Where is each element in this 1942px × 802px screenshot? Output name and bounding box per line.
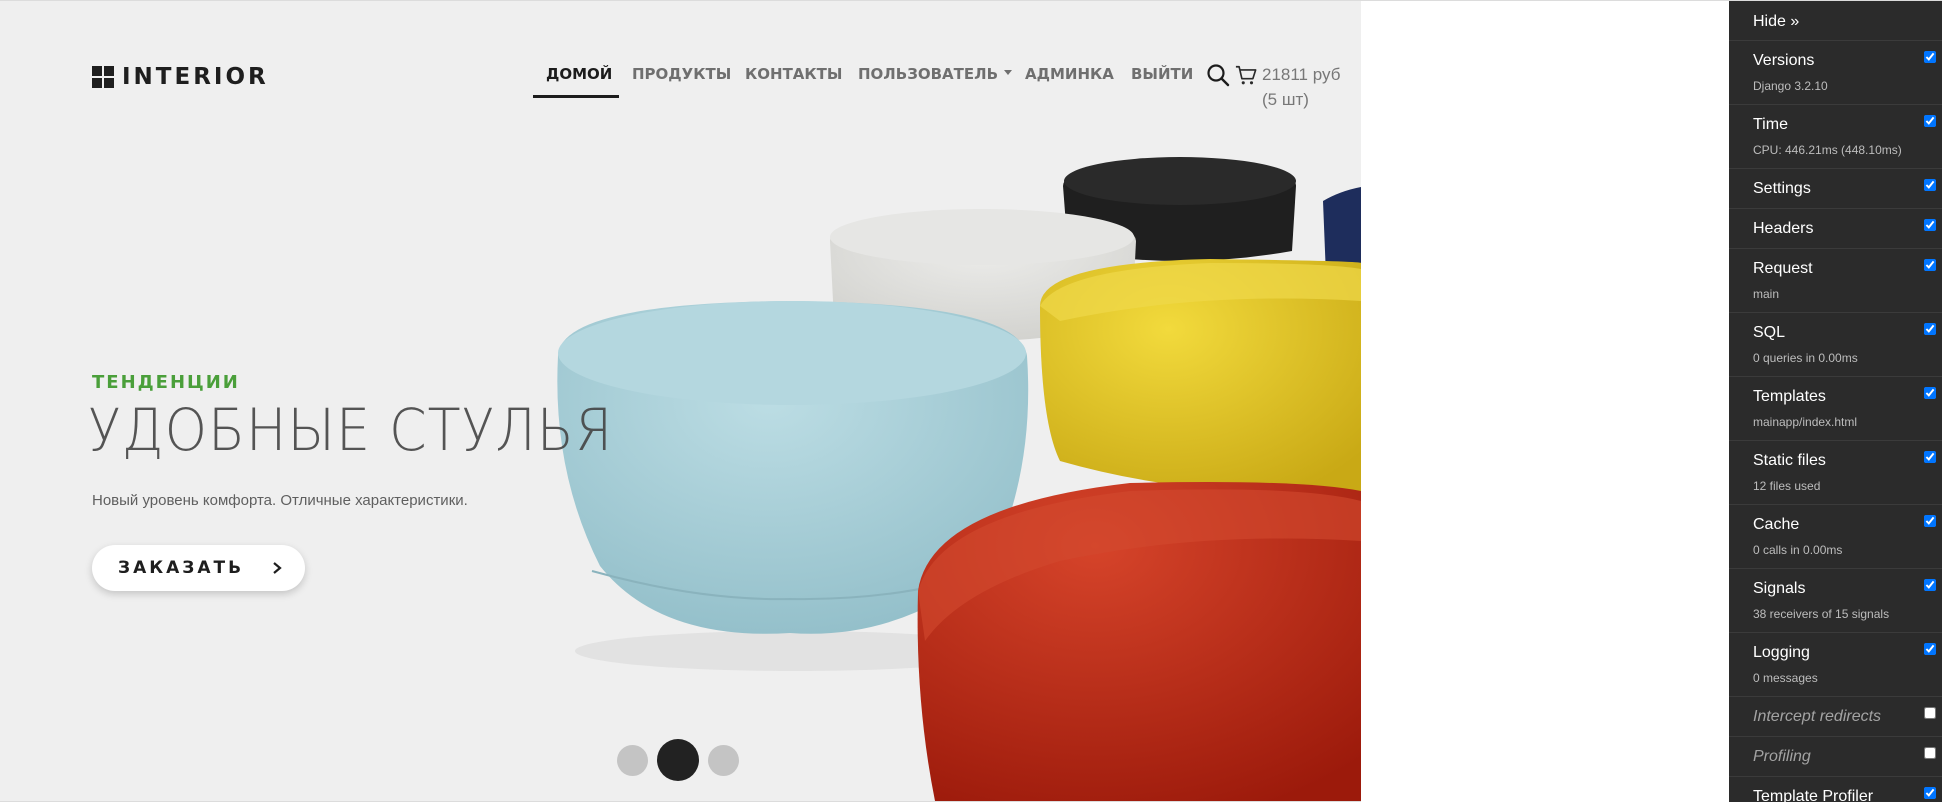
hero-slider: INTERIOR ДОМОЙ ПРОДУКТЫ КОНТАКТЫ ПОЛЬЗОВ… bbox=[0, 1, 1361, 801]
toolbar-panel-toggle-checkbox[interactable] bbox=[1924, 787, 1936, 799]
toolbar-panel-toggle-checkbox[interactable] bbox=[1924, 451, 1936, 463]
debug-toolbar: Hide » Versions Django 3.2.10 Time CPU: 446… bbox=[1729, 1, 1942, 802]
toolbar-panel-profiling[interactable]: Profiling bbox=[1729, 737, 1942, 777]
yellow-pouf bbox=[1040, 259, 1361, 493]
hero-kicker: ТЕНДЕНЦИИ bbox=[92, 372, 240, 393]
hero-headline-text: УДОБНЫЕ СТУЛЬЯ bbox=[88, 396, 614, 464]
toolbar-panel-subtitle: 12 files used bbox=[1753, 479, 1821, 493]
hero-headline: УДОБНЫЕ СТУЛЬЯ bbox=[88, 396, 653, 464]
hero-subtitle: Новый уровень комфорта. Отличные характе… bbox=[92, 492, 468, 509]
caret-down-icon bbox=[1004, 70, 1013, 75]
toolbar-panel-subtitle: main bbox=[1753, 287, 1780, 301]
toolbar-panel-toggle-checkbox[interactable] bbox=[1924, 643, 1936, 655]
toolbar-panel-title[interactable]: Settings bbox=[1753, 180, 1811, 198]
order-button-label: ЗАКАЗАТЬ bbox=[118, 558, 245, 578]
order-button[interactable]: ЗАКАЗАТЬ bbox=[92, 545, 305, 591]
nav-item-user[interactable]: ПОЛЬЗОВАТЕЛЬ bbox=[858, 65, 1013, 83]
toolbar-panel-title[interactable]: SQL bbox=[1753, 324, 1785, 342]
toolbar-panel-title[interactable]: Template Profiler bbox=[1753, 788, 1873, 802]
toolbar-panel-title[interactable]: Profiling bbox=[1753, 748, 1811, 766]
toolbar-panel-title[interactable]: Templates bbox=[1753, 388, 1826, 406]
nav-item-contacts[interactable]: КОНТАКТЫ bbox=[745, 65, 842, 83]
toolbar-panel-title[interactable]: Versions bbox=[1753, 52, 1814, 70]
toolbar-panel-versions[interactable]: Versions Django 3.2.10 bbox=[1729, 41, 1942, 105]
toolbar-panel-sql[interactable]: SQL 0 queries in 0.00ms bbox=[1729, 313, 1942, 377]
nav-item-user-label: ПОЛЬЗОВАТЕЛЬ bbox=[858, 65, 999, 83]
toolbar-panel-toggle-checkbox[interactable] bbox=[1924, 219, 1936, 231]
toolbar-panel-title[interactable]: Static files bbox=[1753, 452, 1826, 470]
toolbar-panel-toggle-checkbox[interactable] bbox=[1924, 179, 1936, 191]
slider-dot-1[interactable] bbox=[617, 745, 648, 776]
nav-item-admin[interactable]: АДМИНКА bbox=[1025, 65, 1114, 83]
toolbar-panel-templates[interactable]: Templates mainapp/index.html bbox=[1729, 377, 1942, 441]
toolbar-panel-title[interactable]: Cache bbox=[1753, 516, 1799, 534]
toolbar-panel-title[interactable]: Headers bbox=[1753, 220, 1813, 238]
toolbar-panel-subtitle: 0 queries in 0.00ms bbox=[1753, 351, 1858, 365]
toolbar-panel-toggle-checkbox[interactable] bbox=[1924, 387, 1936, 399]
slider-dot-3[interactable] bbox=[708, 745, 739, 776]
toolbar-panel-subtitle: 0 messages bbox=[1753, 671, 1818, 685]
cart-icon[interactable] bbox=[1235, 64, 1257, 86]
cart-count[interactable]: (5 шт) bbox=[1262, 90, 1309, 110]
toolbar-panel-static-files[interactable]: Static files 12 files used bbox=[1729, 441, 1942, 505]
nav-item-logout[interactable]: ВЫЙТИ bbox=[1131, 65, 1193, 83]
toolbar-hide-button[interactable]: Hide » bbox=[1753, 13, 1799, 31]
toolbar-panel-subtitle: CPU: 446.21ms (448.10ms) bbox=[1753, 143, 1902, 157]
toolbar-panel-settings[interactable]: Settings bbox=[1729, 169, 1942, 209]
toolbar-panel-toggle-checkbox[interactable] bbox=[1924, 259, 1936, 271]
logo-grid-icon bbox=[92, 66, 114, 88]
toolbar-panel-title[interactable]: Signals bbox=[1753, 580, 1805, 598]
toolbar-panel-subtitle: Django 3.2.10 bbox=[1753, 79, 1828, 93]
toolbar-panel-toggle-checkbox[interactable] bbox=[1924, 579, 1936, 591]
toolbar-panel-subtitle: 0 calls in 0.00ms bbox=[1753, 543, 1843, 557]
nav-item-home[interactable]: ДОМОЙ bbox=[546, 65, 612, 83]
toolbar-panel-headers[interactable]: Headers bbox=[1729, 209, 1942, 249]
toolbar-panel-toggle-checkbox[interactable] bbox=[1924, 707, 1936, 719]
toolbar-panel-template-profiler[interactable]: Template Profiler bbox=[1729, 777, 1942, 802]
site-logo[interactable]: INTERIOR bbox=[92, 64, 269, 90]
toolbar-panel-title[interactable]: Time bbox=[1753, 116, 1788, 134]
toolbar-panel-request[interactable]: Request main bbox=[1729, 249, 1942, 313]
toolbar-panel-subtitle: mainapp/index.html bbox=[1753, 415, 1858, 429]
toolbar-panel-intercept-redirects[interactable]: Intercept redirects bbox=[1729, 697, 1942, 737]
toolbar-panel-logging[interactable]: Logging 0 messages bbox=[1729, 633, 1942, 697]
toolbar-panel-title[interactable]: Intercept redirects bbox=[1753, 708, 1881, 726]
toolbar-panel-toggle-checkbox[interactable] bbox=[1924, 51, 1936, 63]
toolbar-panel-title[interactable]: Request bbox=[1753, 260, 1813, 278]
toolbar-panel-toggle-checkbox[interactable] bbox=[1924, 323, 1936, 335]
toolbar-panel-cache[interactable]: Cache 0 calls in 0.00ms bbox=[1729, 505, 1942, 569]
slider-dot-2[interactable] bbox=[657, 739, 699, 781]
toolbar-panel-toggle-checkbox[interactable] bbox=[1924, 747, 1936, 759]
logo-text: INTERIOR bbox=[122, 64, 269, 90]
cart-total[interactable]: 21811 руб bbox=[1262, 65, 1340, 85]
toolbar-panel-time[interactable]: Time CPU: 446.21ms (448.10ms) bbox=[1729, 105, 1942, 169]
nav-active-underline bbox=[533, 95, 619, 98]
toolbar-panel-title[interactable]: Logging bbox=[1753, 644, 1810, 662]
toolbar-panel-signals[interactable]: Signals 38 receivers of 15 signals bbox=[1729, 569, 1942, 633]
chevron-right-icon bbox=[273, 562, 282, 574]
red-pouf bbox=[917, 482, 1361, 801]
nav-item-products[interactable]: ПРОДУКТЫ bbox=[632, 65, 731, 83]
toolbar-panel-toggle-checkbox[interactable] bbox=[1924, 515, 1936, 527]
toolbar-panel-toggle-checkbox[interactable] bbox=[1924, 115, 1936, 127]
search-icon[interactable] bbox=[1206, 63, 1230, 87]
toolbar-panel-subtitle: 38 receivers of 15 signals bbox=[1753, 607, 1890, 621]
